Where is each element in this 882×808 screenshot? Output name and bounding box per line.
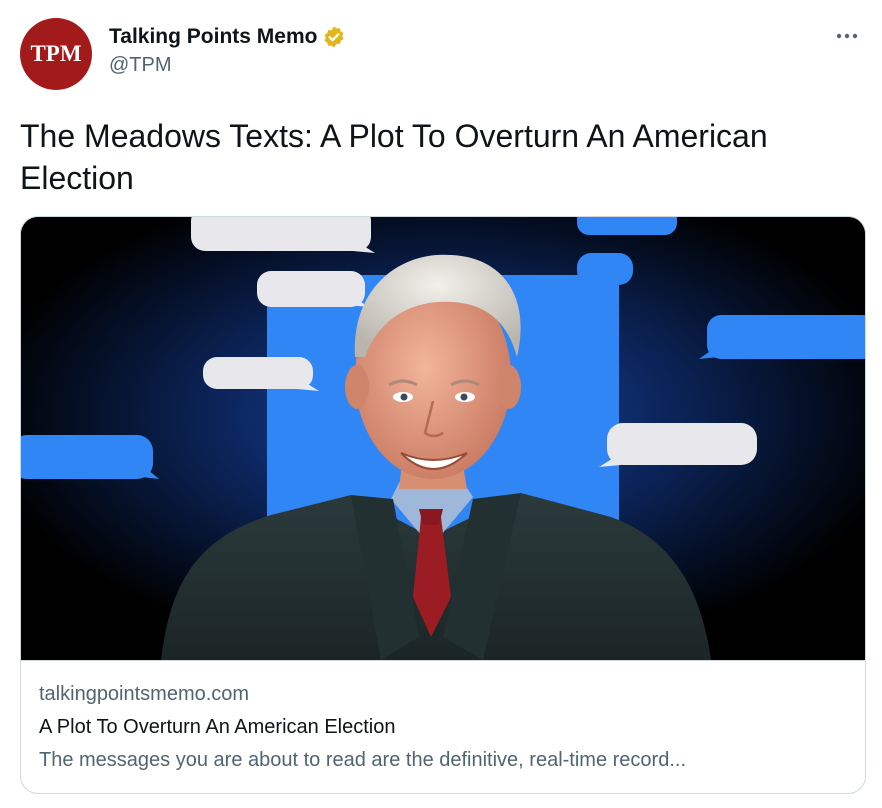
card-description: The messages you are about to read are t…	[39, 749, 687, 771]
card-image[interactable]	[21, 217, 865, 661]
article-image	[21, 217, 865, 660]
tweet-text: The Meadows Texts: A Plot To Overturn An…	[20, 118, 768, 196]
avatar-logo-text: TPM	[30, 41, 82, 66]
verified-badge-icon	[322, 25, 346, 49]
handle[interactable]: @TPM	[109, 54, 346, 77]
avatar[interactable]: TPM	[20, 18, 92, 90]
tweet: TPM Talking Points Memo @TPM The Meadows…	[0, 0, 882, 808]
name-row: Talking Points Memo	[109, 23, 346, 51]
link-card[interactable]: talkingpointsmemo.com A Plot To Overturn…	[20, 216, 866, 794]
card-title: A Plot To Overturn An American Election	[39, 716, 396, 738]
card-meta: talkingpointsmemo.com A Plot To Overturn…	[21, 661, 865, 775]
display-name[interactable]: Talking Points Memo	[109, 25, 317, 49]
author-info: Talking Points Memo @TPM	[109, 23, 346, 77]
card-domain: talkingpointsmemo.com	[39, 683, 250, 705]
more-options-icon[interactable]	[830, 24, 864, 48]
